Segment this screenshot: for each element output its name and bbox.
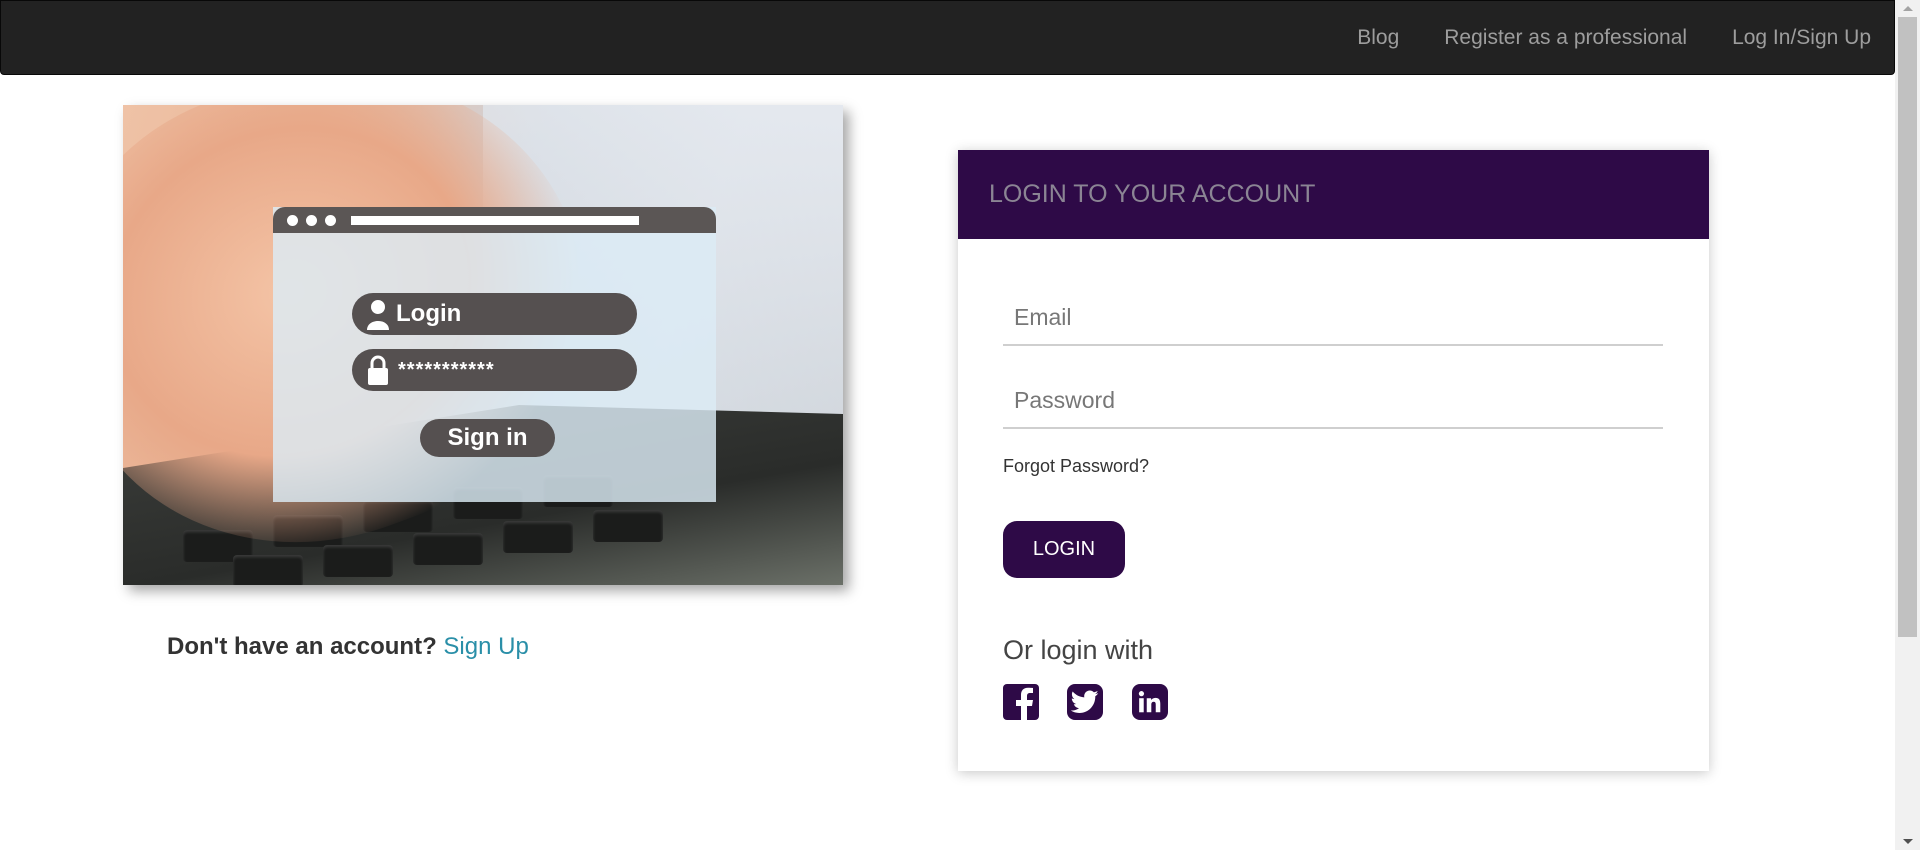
twitter-icon[interactable]	[1067, 684, 1103, 720]
linkedin-icon[interactable]	[1132, 684, 1168, 720]
nav-links: Blog Register as a professional Log In/S…	[1312, 1, 1871, 74]
illustrated-password-mask: ***********	[398, 358, 495, 381]
facebook-icon[interactable]	[1003, 684, 1039, 720]
lock-icon	[364, 353, 392, 387]
illustrated-login-label: Login	[396, 300, 462, 327]
forgot-password-link[interactable]: Forgot Password?	[1003, 456, 1149, 477]
nav-link-register-professional[interactable]: Register as a professional	[1444, 26, 1687, 50]
email-field[interactable]	[1003, 290, 1663, 346]
login-button[interactable]: LOGIN	[1003, 521, 1125, 578]
top-navbar: Blog Register as a professional Log In/S…	[0, 0, 1895, 75]
nav-link-blog[interactable]: Blog	[1357, 26, 1399, 50]
login-card-header: LOGIN TO YOUR ACCOUNT	[958, 150, 1709, 239]
password-field[interactable]	[1003, 373, 1663, 429]
login-card-title: LOGIN TO YOUR ACCOUNT	[989, 180, 1316, 208]
signup-prompt: Don't have an account? Sign Up	[167, 633, 529, 661]
vertical-scrollbar[interactable]	[1895, 0, 1920, 850]
scrollbar-thumb[interactable]	[1898, 17, 1917, 637]
illustrated-password-field: ***********	[352, 349, 637, 391]
scroll-up-arrow-icon[interactable]	[1895, 0, 1920, 17]
scroll-down-arrow-icon[interactable]	[1895, 833, 1920, 850]
nav-link-login-signup[interactable]: Log In/Sign Up	[1732, 26, 1871, 50]
illustrated-browser-window: Login *********** Sign in	[273, 207, 716, 502]
login-card: LOGIN TO YOUR ACCOUNT Forgot Password? L…	[958, 150, 1709, 771]
signup-question: Don't have an account?	[167, 633, 437, 660]
or-login-with-label: Or login with	[1003, 635, 1154, 665]
signup-link[interactable]: Sign Up	[443, 633, 528, 660]
illustrated-signin-button: Sign in	[420, 419, 555, 457]
user-icon	[364, 297, 392, 331]
browser-title-bar	[273, 207, 716, 233]
illustrated-login-field: Login	[352, 293, 637, 335]
hero-login-illustration: Login *********** Sign in	[123, 105, 843, 585]
